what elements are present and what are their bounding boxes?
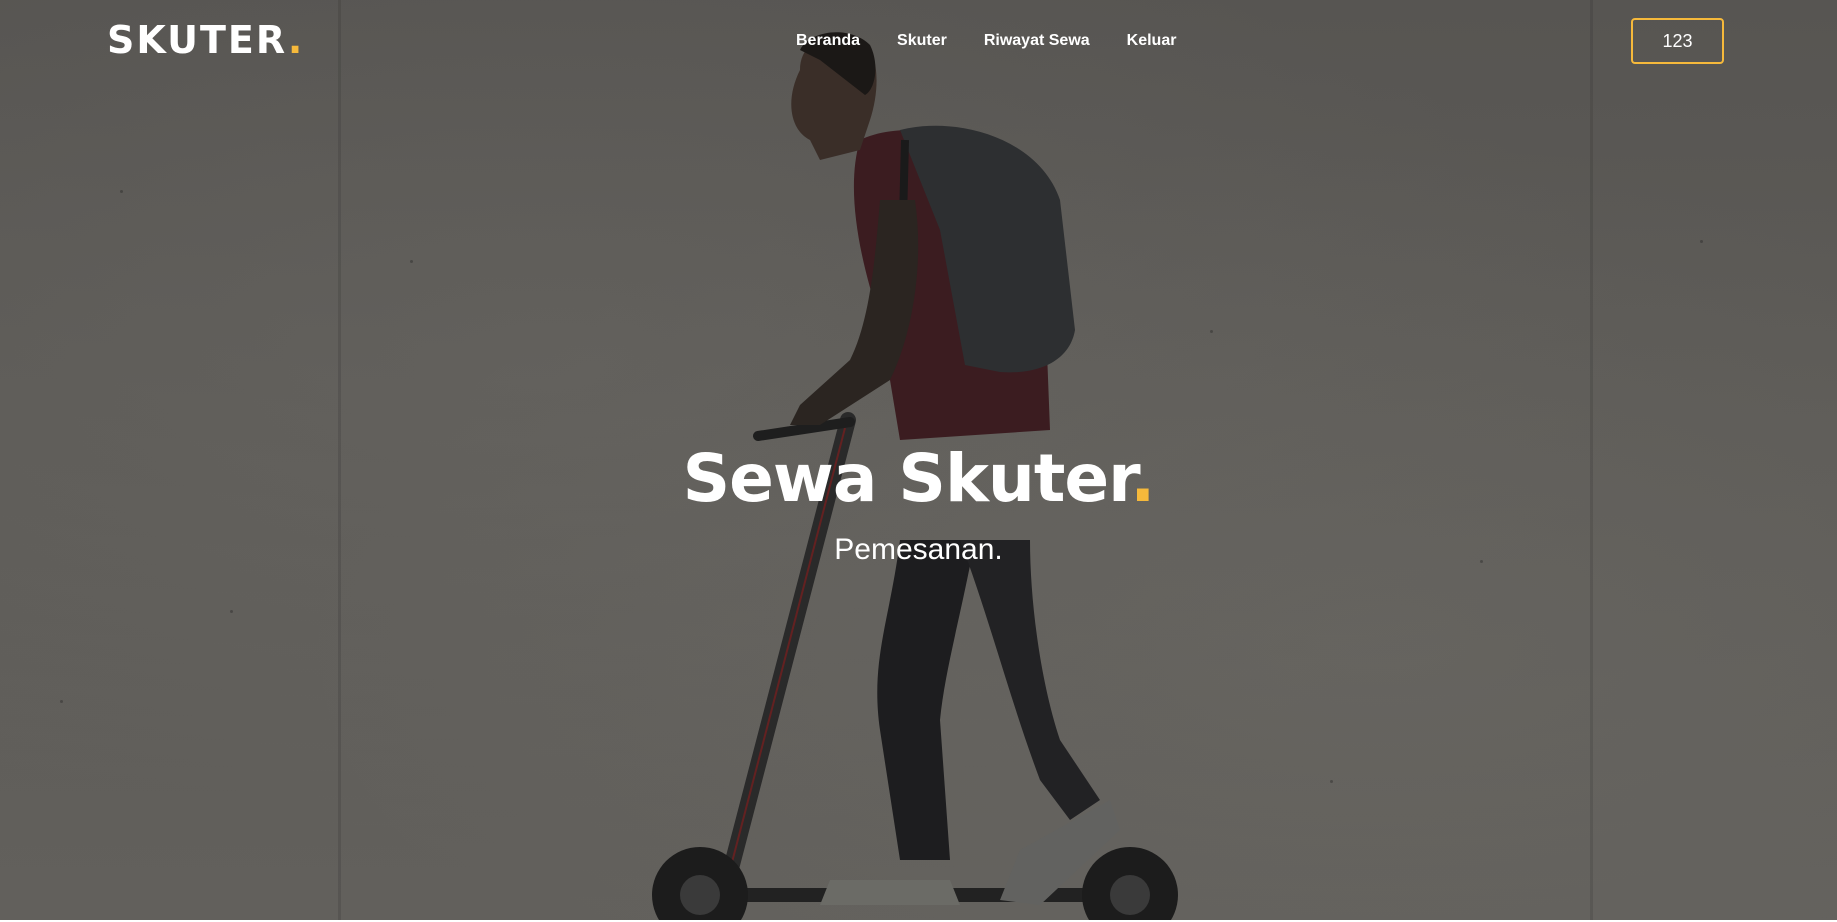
nav-item-riwayat-sewa[interactable]: Riwayat Sewa — [984, 32, 1090, 50]
hero-subtitle: Pemesanan. — [834, 533, 1003, 566]
brand-logo[interactable]: SKUTER. — [107, 18, 304, 62]
hero-title-text: Sewa Skuter — [682, 440, 1132, 517]
nav-item-beranda[interactable]: Beranda — [796, 32, 860, 50]
brand-dot: . — [287, 18, 305, 62]
navbar: SKUTER. Beranda Skuter Riwayat Sewa Kelu… — [0, 0, 1837, 86]
brand-name: SKUTER — [107, 18, 288, 62]
user-account-button[interactable]: 123 — [1631, 18, 1724, 64]
nav-item-keluar[interactable]: Keluar — [1127, 32, 1177, 50]
hero-title-dot: . — [1130, 440, 1155, 517]
nav-item-skuter[interactable]: Skuter — [897, 32, 947, 50]
main-menu: Beranda Skuter Riwayat Sewa Keluar — [796, 32, 1213, 50]
hero-title: Sewa Skuter. — [0, 440, 1837, 517]
